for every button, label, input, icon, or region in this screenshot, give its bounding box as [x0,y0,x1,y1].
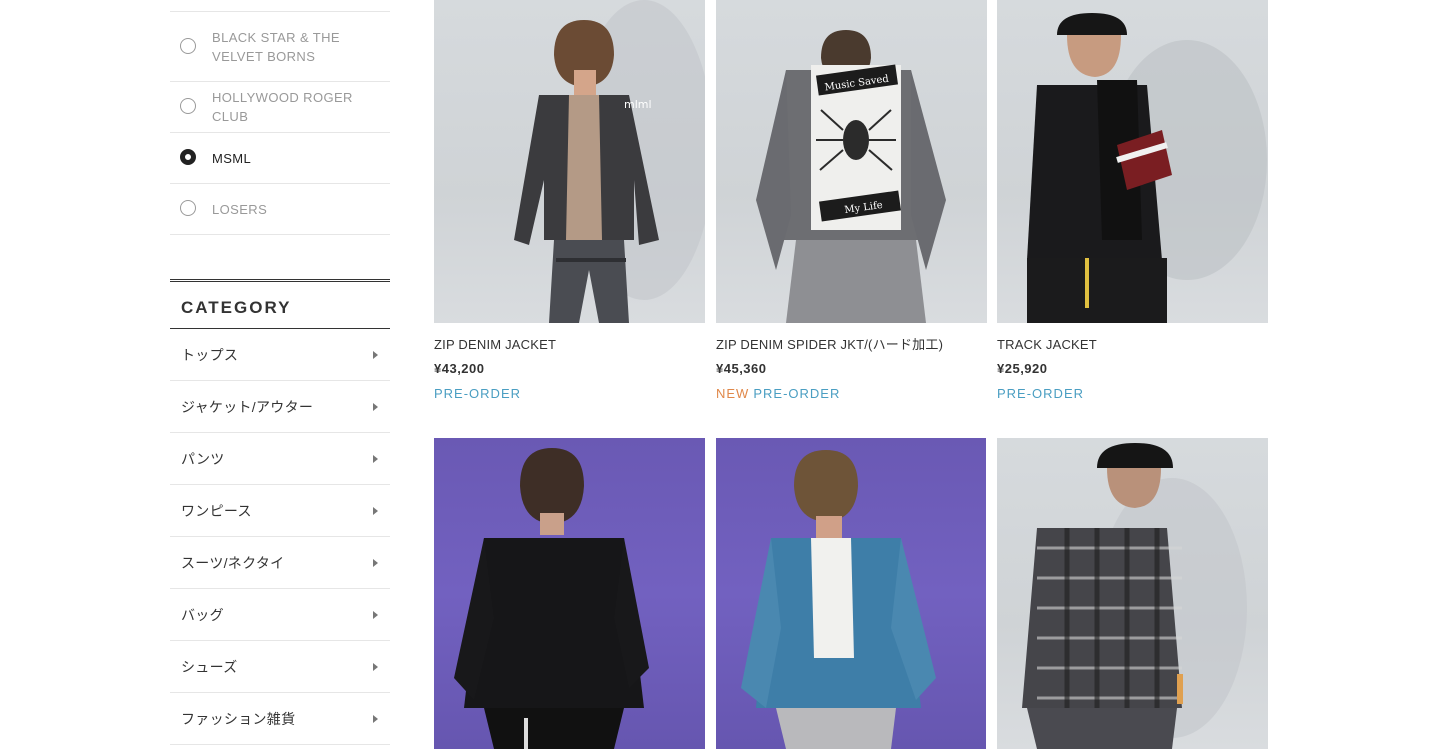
product-card[interactable] [997,438,1268,749]
category-list: トップス ジャケット/アウター パンツ ワンピース スーツ/ネクタイ バッグ シ… [170,329,390,745]
chevron-right-icon [373,610,378,619]
product-image[interactable]: Music Saved My Life [716,0,987,323]
chevron-right-icon [373,558,378,567]
product-image[interactable] [434,438,705,749]
product-name[interactable]: TRACK JACKET [997,337,1268,353]
jacket-print-text: mlml [624,98,652,111]
category-item-onepiece[interactable]: ワンピース [170,485,390,537]
brand-option-losers[interactable]: LOSERS [170,184,390,235]
brand-option-label: LOSERS [212,201,268,217]
category-item-pants[interactable]: パンツ [170,433,390,485]
category-title: CATEGORY [181,298,292,317]
category-item-suits-ties[interactable]: スーツ/ネクタイ [170,537,390,589]
product-photo-model-track-jacket [1027,13,1267,323]
product-card[interactable]: mlml ZIP DENIM JACKET ¥43,200 PRE-ORDER [434,0,705,402]
product-listing-page: BLACK STAR & THE VELVET BORNS HOLLYWOOD … [0,0,1440,749]
product-price: ¥43,200 [434,361,485,376]
product-price: ¥25,920 [997,361,1048,376]
chevron-right-icon [373,350,378,359]
category-item-label: ワンピース [181,502,252,519]
chevron-right-icon [373,714,378,723]
brand-option-label: MSML [212,150,252,166]
product-name[interactable]: ZIP DENIM JACKET [434,337,705,353]
product-image[interactable]: mlml [434,0,705,323]
category-item-jacket-outer[interactable]: ジャケット/アウター [170,381,390,433]
product-price: ¥45,360 [716,361,767,376]
radio-checked-icon[interactable] [180,149,196,165]
filter-sidebar: BLACK STAR & THE VELVET BORNS HOLLYWOOD … [170,0,390,745]
category-heading: CATEGORY [170,279,390,329]
category-item-label: スーツ/ネクタイ [181,554,285,571]
chevron-right-icon [373,454,378,463]
chevron-right-icon [373,402,378,411]
category-item-shoes[interactable]: シューズ [170,641,390,693]
product-photo-model-denim-shirt [741,450,936,749]
product-card[interactable] [716,438,987,749]
product-image[interactable] [997,0,1268,323]
preorder-badge: PRE-ORDER [434,386,522,401]
brand-option-hollywood-roger-club[interactable]: HOLLYWOOD ROGER CLUB [170,82,390,133]
new-badge: NEW [716,386,750,401]
category-item-label: パンツ [181,450,225,467]
category-item-label: バッグ [181,606,224,623]
product-image[interactable] [716,438,986,749]
category-item-label: シューズ [181,658,238,675]
product-card[interactable]: TRACK JACKET ¥25,920 PRE-ORDER [997,0,1268,402]
category-item-label: トップス [181,346,239,363]
product-image[interactable] [997,438,1268,749]
category-item-label: ジャケット/アウター [181,398,314,415]
chevron-right-icon [373,662,378,671]
brand-option-label: HOLLYWOOD ROGER CLUB [212,90,353,124]
product-photo-model-check-shirt [1022,443,1247,749]
product-photo-model-denim-jacket: mlml [514,0,705,323]
radio-unchecked-icon[interactable] [180,98,196,114]
radio-unchecked-icon[interactable] [180,37,196,54]
brand-option-msml[interactable]: MSML [170,133,390,184]
chevron-right-icon [373,506,378,515]
category-item-bags[interactable]: バッグ [170,589,390,641]
product-card[interactable]: Music Saved My Life ZIP DENIM SPIDER JKT… [716,0,987,402]
category-item-fashion-goods[interactable]: ファッション雑貨 [170,693,390,745]
category-item-tops[interactable]: トップス [170,329,390,381]
brand-option-black-star[interactable]: BLACK STAR & THE VELVET BORNS [170,12,390,82]
brand-filter-list: BLACK STAR & THE VELVET BORNS HOLLYWOOD … [170,11,390,235]
preorder-badge: PRE-ORDER [753,386,841,401]
product-name[interactable]: ZIP DENIM SPIDER JKT/(ハード加工) [716,337,987,353]
product-photo-model-spider-jacket: Music Saved My Life [756,30,946,323]
preorder-badge: PRE-ORDER [997,386,1085,401]
product-card[interactable] [434,438,705,749]
category-item-label: ファッション雑貨 [181,710,296,727]
brand-option-label: BLACK STAR & THE VELVET BORNS [212,29,341,64]
product-photo-model-black-shirt [454,448,649,749]
radio-unchecked-icon[interactable] [180,200,196,216]
